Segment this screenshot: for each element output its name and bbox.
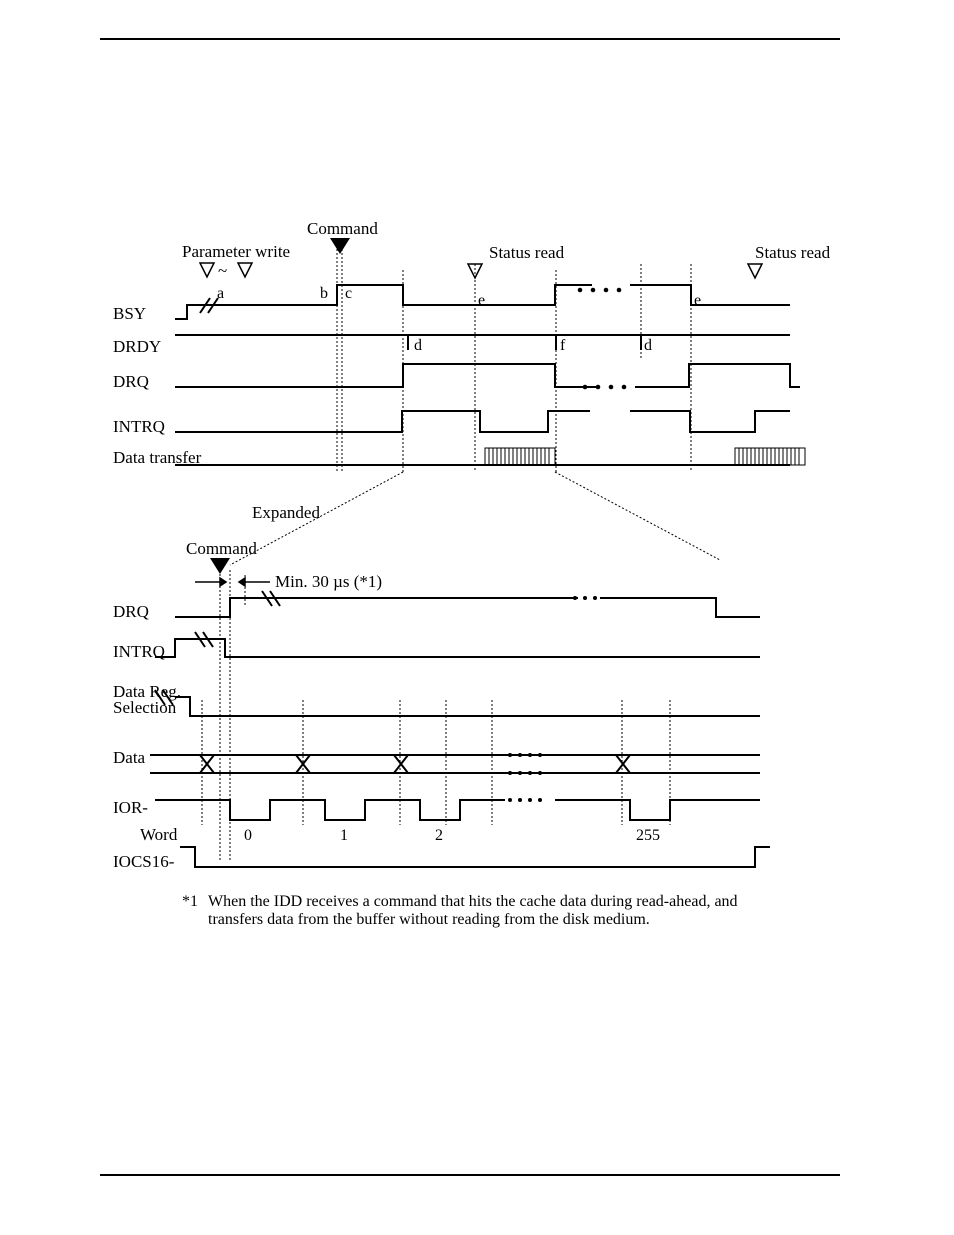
svg-text:2: 2 (435, 827, 443, 844)
parameter-write-label: Parameter write (182, 242, 290, 261)
svg-text:Command: Command (186, 539, 257, 558)
svg-text:f: f (560, 337, 566, 354)
svg-text:b: b (320, 285, 328, 302)
svg-text:DRQ: DRQ (113, 372, 149, 391)
svg-text:d: d (414, 337, 422, 354)
svg-text:INTRQ: INTRQ (113, 642, 165, 661)
svg-text:IOCS16-: IOCS16- (113, 852, 175, 871)
svg-text:c: c (345, 285, 352, 302)
page: { "labels": { "command_top": "Command", … (0, 0, 954, 1235)
command-label-top: Command (307, 219, 378, 238)
svg-text:Data: Data (113, 748, 146, 767)
svg-text:Expanded: Expanded (252, 503, 320, 522)
status-read-label-1: Status read (489, 243, 565, 262)
svg-text:Min. 30 µs (*1): Min. 30 µs (*1) (275, 572, 382, 591)
svg-text:1: 1 (340, 827, 348, 844)
svg-text:0: 0 (244, 827, 252, 844)
svg-text:e: e (694, 292, 701, 309)
footnote-line-1: When the IDD receives a command that hit… (208, 893, 738, 910)
footnote-line-2: transfers data from the buffer without r… (208, 911, 650, 928)
svg-text:INTRQ: INTRQ (113, 417, 165, 436)
status-read-label-2: Status read (755, 243, 831, 262)
svg-text:d: d (644, 337, 652, 354)
svg-text:DRQ: DRQ (113, 602, 149, 621)
svg-text:Word: Word (140, 825, 178, 844)
svg-text:IOR-: IOR- (113, 798, 148, 817)
svg-text:~: ~ (218, 261, 227, 280)
svg-text:255: 255 (636, 827, 660, 844)
svg-text:BSY: BSY (113, 304, 146, 323)
svg-text:*1: *1 (182, 893, 198, 910)
timing-diagram: Command Parameter write Status read Stat… (0, 0, 954, 1235)
svg-text:e: e (478, 292, 485, 309)
svg-text:DRDY: DRDY (113, 337, 161, 356)
svg-text:Selection: Selection (113, 698, 177, 717)
